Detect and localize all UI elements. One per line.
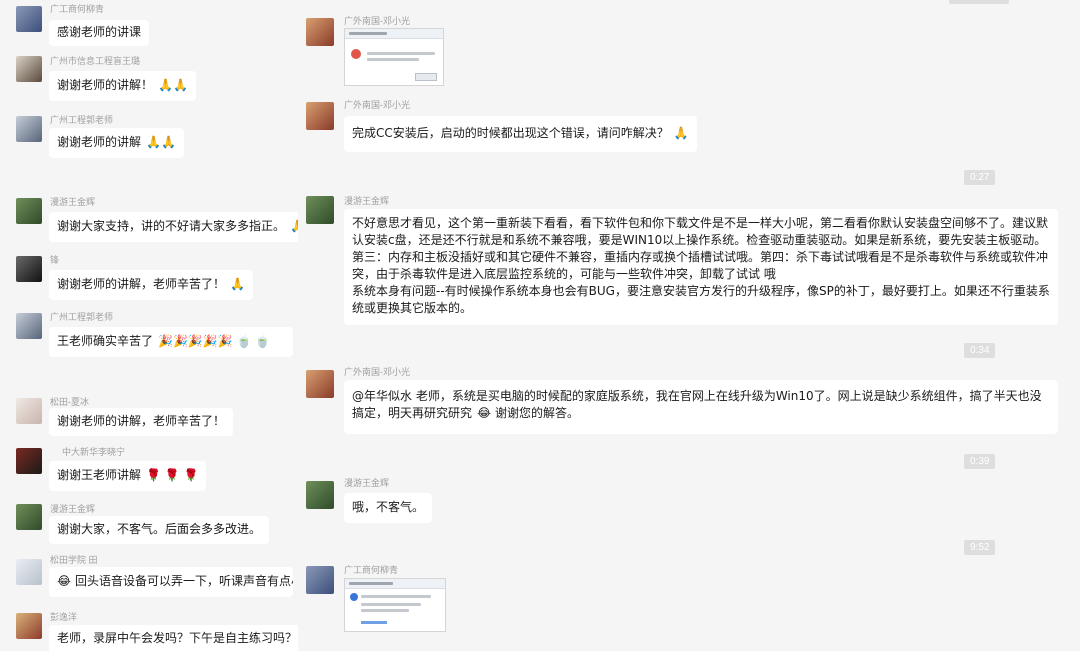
avatar[interactable]	[306, 196, 334, 224]
text-line	[361, 609, 409, 612]
sender-name: 广外南国-邓小光	[344, 100, 410, 110]
time-chip: 0:34	[964, 343, 996, 358]
sender-name: 广外南国-邓小光	[344, 16, 410, 26]
message-text: 谢谢您的解答。	[495, 406, 580, 420]
message-text: 谢谢老师的讲解，老师辛苦了！	[57, 277, 226, 291]
avatar[interactable]	[16, 6, 42, 32]
time-chip: 0:27	[964, 170, 996, 185]
time-chip	[949, 0, 1009, 4]
message-bubble[interactable]: 谢谢老师的讲解！ 🙏🙏	[49, 71, 196, 101]
text-line	[361, 595, 431, 598]
emoji: 🙏	[673, 126, 689, 140]
message-bubble[interactable]: 王老师确实辛苦了 🎉🎉🎉🎉🎉 🍵 🍵	[49, 327, 293, 357]
message-text: 谢谢大家，不客气。后面会多多改进。	[57, 522, 262, 536]
message-bubble[interactable]: 😂 回头语音设备可以弄一下，听课声音有点小	[49, 567, 293, 597]
avatar[interactable]	[16, 398, 42, 424]
message-text: 老师，录屏中午会发吗？下午是自主练习吗？	[57, 631, 298, 645]
message-bubble[interactable]: 不好意思才看见，这个第一重新装下看看，看下软件包和你下载文件是不是一样大小呢，第…	[344, 209, 1058, 325]
emoji: 😂	[57, 574, 72, 588]
emoji: 🙏🙏	[146, 135, 176, 149]
avatar[interactable]	[16, 504, 42, 530]
text-line	[349, 32, 387, 35]
message-bubble[interactable]: 谢谢王老师讲解 🌹 🌹 🌹	[49, 461, 207, 491]
text-line	[367, 58, 419, 61]
emoji: 🎉🎉🎉🎉🎉 🍵 🍵	[158, 334, 271, 348]
emoji: 🙏🙏	[158, 78, 188, 92]
left-chat-pane[interactable]: 广工商何柳青 感谢老师的讲课 广州市信息工程盲王璐 谢谢老师的讲解！ 🙏🙏 广州工…	[0, 0, 298, 651]
sender-name: 中大新华李晓宁	[62, 447, 126, 457]
message-text: 不好意思才看见，这个第一重新装下看看，看下软件包和你下载文件是不是一样大小呢，第…	[352, 216, 1049, 281]
message-bubble[interactable]: @年华似水 老师，系统是买电脑的时候配的家庭版系统，我在官网上在线升级为Win1…	[344, 380, 1058, 434]
message-text: 谢谢大家支持，讲的不好请大家多多指正。	[57, 219, 286, 233]
avatar[interactable]	[306, 102, 334, 130]
link-line	[361, 621, 387, 624]
time-chip: 9:52	[964, 540, 996, 555]
text-line	[361, 603, 421, 606]
emoji: 🌹 🌹 🌹	[146, 468, 199, 482]
message-text: 回头语音设备可以弄一下，听课声音有点小	[75, 574, 293, 588]
sender-name: 广州市信息工程盲王璐	[50, 56, 141, 66]
time-chip: 0:39	[964, 454, 996, 469]
avatar[interactable]	[16, 56, 42, 82]
avatar[interactable]	[16, 256, 42, 282]
message-text: 谢谢老师的讲解	[57, 135, 142, 149]
message-bubble[interactable]: 谢谢老师的讲解，老师辛苦了！	[49, 408, 234, 436]
sender-name: 锋	[50, 255, 60, 265]
avatar[interactable]	[16, 448, 42, 474]
sender-name: 松田学院 田	[50, 555, 98, 565]
sender-name: 广州工程郭老师	[50, 115, 114, 125]
avatar[interactable]	[306, 566, 334, 594]
emoji: 🙏	[290, 219, 298, 233]
message-text: 哦，不客气。	[352, 500, 425, 514]
sender-name: 彭逸洋	[50, 612, 78, 622]
text-line	[367, 52, 435, 55]
sender-name: 漫游王金辉	[344, 478, 390, 488]
right-chat-pane[interactable]: 广外南国-邓小光 广外南国-邓小光 完成CC安装后，启动的时候都出现这个错误，请…	[298, 0, 1080, 651]
message-bubble[interactable]: 谢谢大家，不客气。后面会多多改进。	[49, 516, 270, 544]
error-icon	[351, 49, 361, 59]
message-text: 王老师确实辛苦了	[57, 334, 154, 348]
emoji: 😂	[477, 406, 492, 420]
avatar[interactable]	[16, 116, 42, 142]
ok-button	[415, 73, 437, 81]
info-icon	[350, 593, 358, 601]
sender-name: 广外南国-邓小光	[344, 367, 410, 377]
sender-name: 漫游王金辉	[50, 504, 96, 514]
sender-name: 广州工程郭老师	[50, 312, 114, 322]
avatar[interactable]	[16, 559, 42, 585]
message-text: 谢谢老师的讲解！	[57, 78, 154, 92]
message-bubble[interactable]: 老师，录屏中午会发吗？下午是自主练习吗？	[49, 625, 298, 651]
emoji: 🙏	[230, 277, 245, 291]
message-text: 系统本身有问题--有时候操作系统本身也会有BUG，要注意安装官方发行的升级程序，…	[352, 284, 1050, 315]
sender-name: 漫游王金辉	[50, 197, 96, 207]
image-message[interactable]	[344, 28, 444, 86]
message-text: 谢谢老师的讲解，老师辛苦了！	[57, 414, 226, 428]
message-bubble[interactable]: 感谢老师的讲课	[49, 20, 150, 46]
avatar[interactable]	[306, 481, 334, 509]
message-text: 完成CC安装后，启动的时候都出现这个错误，请问咋解决？	[352, 126, 669, 140]
avatar[interactable]	[306, 370, 334, 398]
avatar[interactable]	[16, 613, 42, 639]
sender-name: 松田-夏冰	[50, 397, 89, 407]
image-message[interactable]	[344, 578, 446, 632]
message-bubble[interactable]: 哦，不客气。	[344, 493, 433, 523]
avatar[interactable]	[16, 198, 42, 224]
sender-name: 广工商何柳青	[344, 565, 399, 575]
message-text: 感谢老师的讲课	[57, 25, 142, 39]
message-text: 谢谢王老师讲解	[57, 468, 142, 482]
message-bubble[interactable]: 谢谢老师的讲解 🙏🙏	[49, 128, 184, 158]
message-text: @年华似水 老师，系统是买电脑的时候配的家庭版系统，我在官网上在线升级为Win1…	[352, 389, 1042, 420]
avatar[interactable]	[16, 313, 42, 339]
sender-name: 漫游王金辉	[344, 196, 390, 206]
text-line	[349, 582, 393, 585]
message-bubble[interactable]: 完成CC安装后，启动的时候都出现这个错误，请问咋解决？ 🙏	[344, 116, 697, 152]
message-bubble[interactable]: 谢谢老师的讲解，老师辛苦了！ 🙏	[49, 270, 253, 300]
message-bubble[interactable]: 谢谢大家支持，讲的不好请大家多多指正。 🙏	[49, 212, 298, 242]
sender-name: 广工商何柳青	[50, 4, 105, 14]
avatar[interactable]	[306, 18, 334, 46]
